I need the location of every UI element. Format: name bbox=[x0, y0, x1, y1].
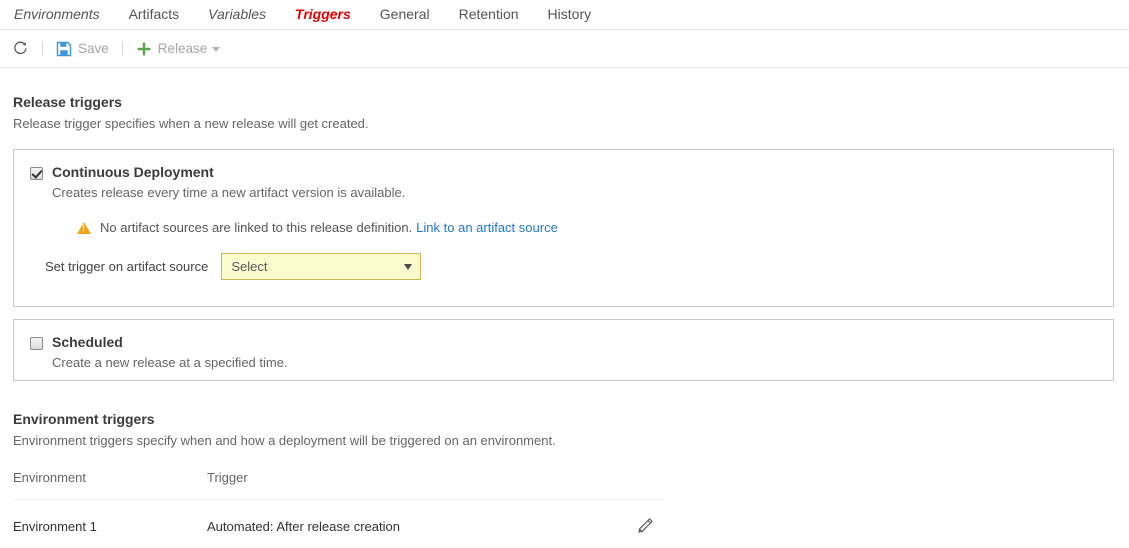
refresh-icon bbox=[14, 41, 27, 54]
toolbar-separator-2 bbox=[121, 41, 123, 56]
refresh-button[interactable] bbox=[12, 37, 29, 61]
command-toolbar: Save Release bbox=[0, 30, 1129, 68]
environment-triggers-description: Environment triggers specify when and ho… bbox=[13, 433, 556, 448]
save-label: Save bbox=[78, 41, 109, 56]
scheduled-description: Create a new release at a specified time… bbox=[52, 355, 288, 370]
tab-retention[interactable]: Retention bbox=[459, 0, 519, 29]
warning-triangle-icon bbox=[77, 221, 91, 234]
tab-variables[interactable]: Variables bbox=[208, 0, 266, 29]
cell-trigger-value: Automated: After release creation bbox=[207, 518, 400, 534]
toolbar-separator-1 bbox=[42, 41, 43, 56]
environment-triggers-title: Environment triggers bbox=[13, 411, 155, 427]
continuous-deployment-description: Creates release every time a new artifac… bbox=[52, 185, 406, 200]
environment-triggers-section: Environment triggers Environment trigger… bbox=[13, 381, 1129, 535]
chevron-down-icon[interactable] bbox=[212, 47, 221, 52]
table-row[interactable]: Environment 1 Automated: After release c… bbox=[13, 500, 665, 535]
environment-triggers-table: Environment Trigger Environment 1 Automa… bbox=[13, 470, 665, 535]
scheduled-header: Scheduled bbox=[14, 320, 1113, 350]
no-artifact-warning-text: No artifact sources are linked to this r… bbox=[100, 220, 413, 235]
release-button[interactable]: Release bbox=[136, 37, 221, 61]
tab-artifacts[interactable]: Artifacts bbox=[129, 0, 180, 29]
pencil-edit-icon[interactable] bbox=[636, 517, 654, 535]
tab-history[interactable]: History bbox=[548, 0, 592, 29]
artifact-source-select[interactable]: Select bbox=[221, 253, 422, 280]
save-button[interactable]: Save bbox=[56, 37, 109, 61]
tab-triggers[interactable]: Triggers bbox=[295, 0, 351, 29]
release-triggers-description: Release trigger specifies when a new rel… bbox=[13, 116, 369, 131]
definition-tabs: Environments Artifacts Variables Trigger… bbox=[0, 0, 1129, 30]
scheduled-checkbox[interactable] bbox=[30, 337, 43, 350]
artifact-source-label: Set trigger on artifact source bbox=[45, 259, 209, 274]
save-floppy-icon bbox=[56, 41, 72, 56]
artifact-source-select-value: Select bbox=[231, 259, 268, 274]
tab-general[interactable]: General bbox=[380, 0, 430, 29]
triggers-content: Release triggers Release trigger specifi… bbox=[0, 68, 1129, 535]
table-header-row: Environment Trigger bbox=[13, 470, 665, 500]
cell-actions bbox=[625, 517, 665, 535]
chevron-down-icon bbox=[404, 263, 413, 270]
continuous-deployment-checkbox[interactable] bbox=[30, 167, 43, 180]
link-artifact-source-link[interactable]: Link to an artifact source bbox=[416, 220, 558, 235]
continuous-deployment-panel: Continuous Deployment Creates release ev… bbox=[13, 149, 1114, 307]
cell-environment-name: Environment 1 bbox=[13, 518, 97, 534]
column-header-environment: Environment bbox=[13, 470, 86, 485]
column-header-actions bbox=[625, 470, 665, 485]
continuous-deployment-header: Continuous Deployment bbox=[14, 150, 1113, 180]
column-header-trigger: Trigger bbox=[207, 470, 248, 485]
release-label: Release bbox=[157, 41, 208, 56]
artifact-source-trigger-field: Set trigger on artifact source Select bbox=[14, 235, 1113, 280]
no-artifact-warning: No artifact sources are linked to this r… bbox=[14, 200, 1113, 235]
continuous-deployment-title: Continuous Deployment bbox=[52, 164, 214, 180]
tab-environments[interactable]: Environments bbox=[14, 0, 100, 29]
scheduled-title: Scheduled bbox=[52, 334, 123, 350]
scheduled-panel: Scheduled Create a new release at a spec… bbox=[13, 319, 1114, 381]
plus-icon bbox=[137, 42, 151, 55]
release-triggers-title: Release triggers bbox=[13, 94, 122, 110]
